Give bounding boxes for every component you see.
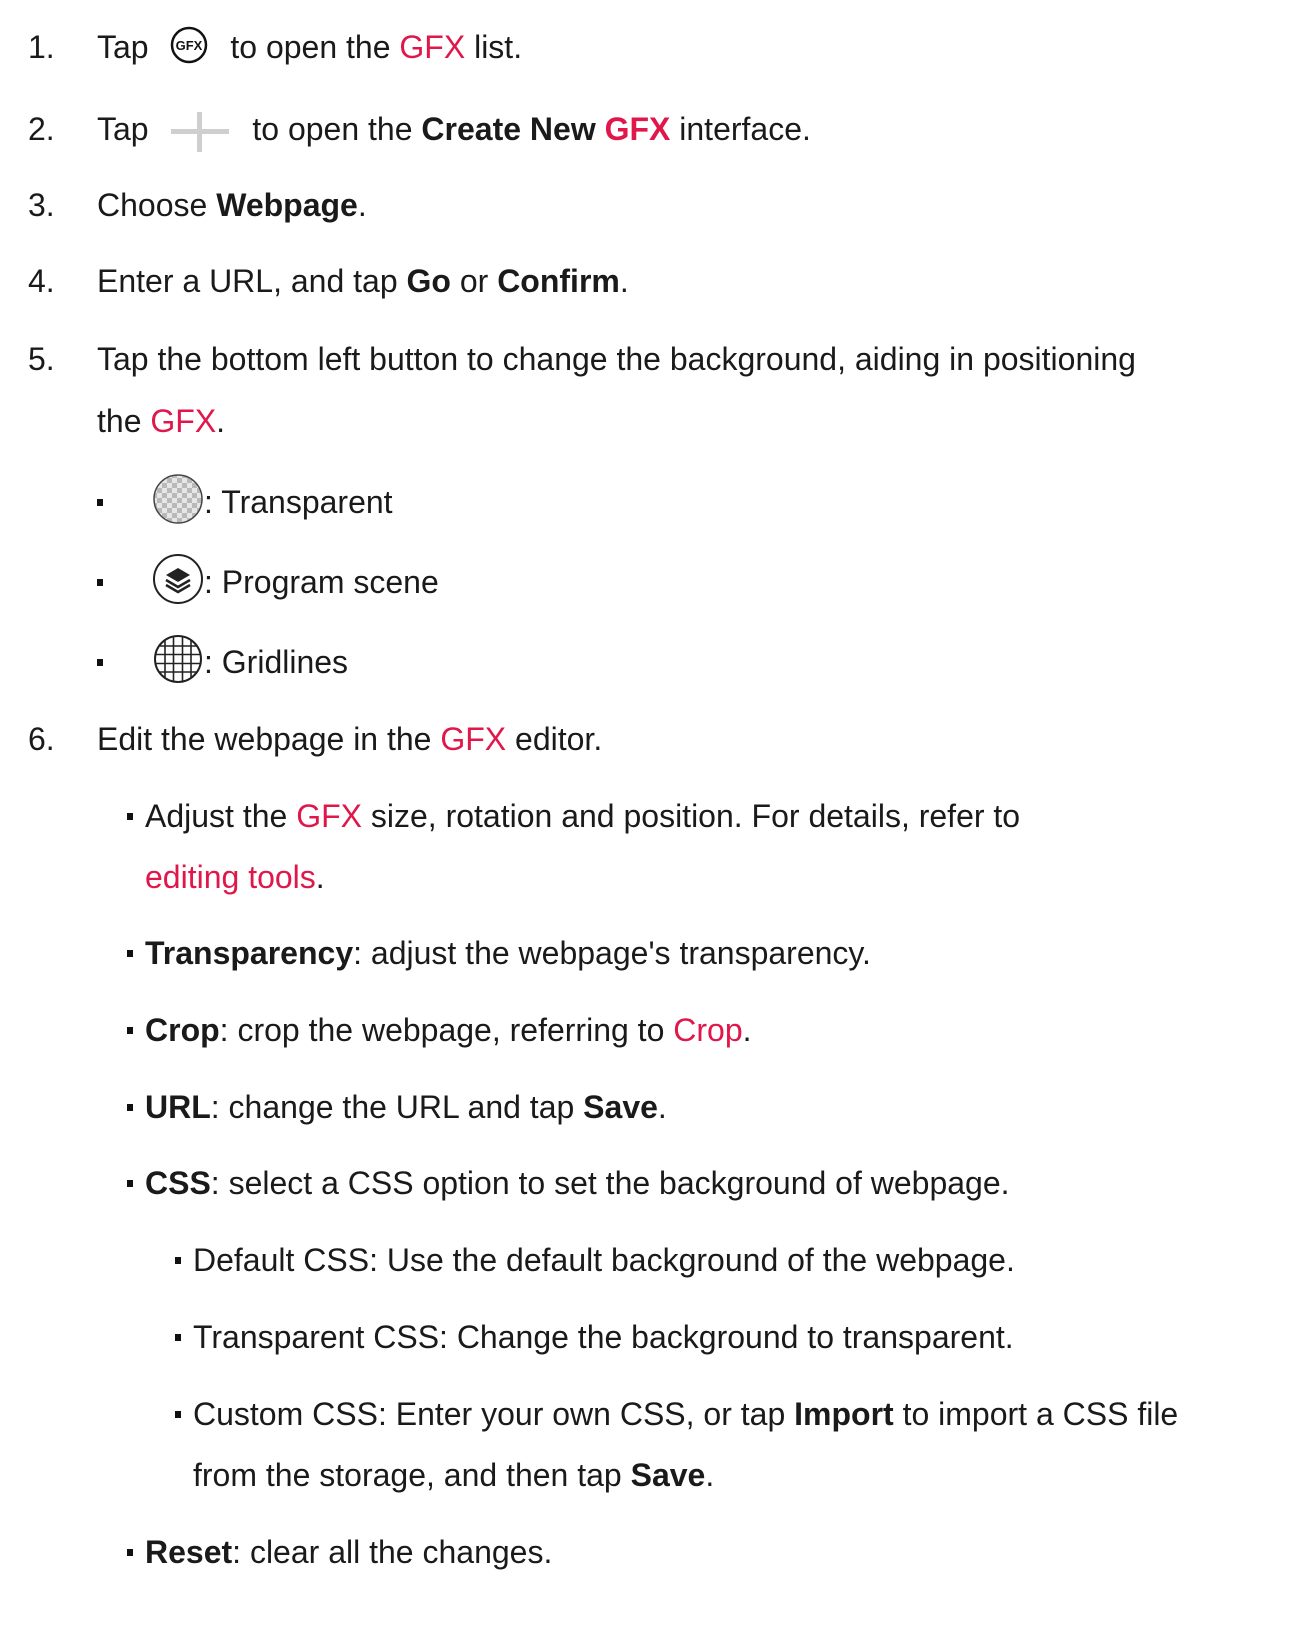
gfx-link[interactable]: GFX xyxy=(150,403,216,439)
step-number: 5. xyxy=(28,341,55,377)
bullet xyxy=(127,1549,133,1556)
step-number: 3. xyxy=(28,187,55,223)
crop-link[interactable]: Crop xyxy=(673,1012,742,1048)
svg-text:GFX: GFX xyxy=(176,38,203,53)
gfx-icon: GFX xyxy=(171,26,208,63)
bullet xyxy=(97,499,103,506)
layers-icon xyxy=(153,553,203,604)
bullet xyxy=(127,1104,133,1111)
bullet xyxy=(127,1027,133,1034)
gfx-link[interactable]: GFX xyxy=(296,798,362,834)
bullet xyxy=(175,1411,181,1418)
transparent-checker-icon xyxy=(153,473,203,524)
step-number: 2. xyxy=(28,111,55,147)
bullet xyxy=(127,1180,133,1187)
gfx-link[interactable]: GFX xyxy=(399,29,465,65)
step-number: 6. xyxy=(28,721,55,757)
bullet xyxy=(97,659,103,666)
grid-icon xyxy=(154,634,202,683)
bullet xyxy=(175,1334,181,1341)
bullet xyxy=(97,579,103,586)
bullet xyxy=(127,813,133,820)
step-number: 1. xyxy=(28,29,55,65)
editing-tools-link[interactable]: editing tools xyxy=(145,859,316,895)
gfx-link[interactable]: GFX xyxy=(440,721,506,757)
bullet xyxy=(175,1257,181,1264)
plus-icon xyxy=(171,111,230,152)
step-number: 4. xyxy=(28,263,55,299)
bullet xyxy=(127,950,133,957)
